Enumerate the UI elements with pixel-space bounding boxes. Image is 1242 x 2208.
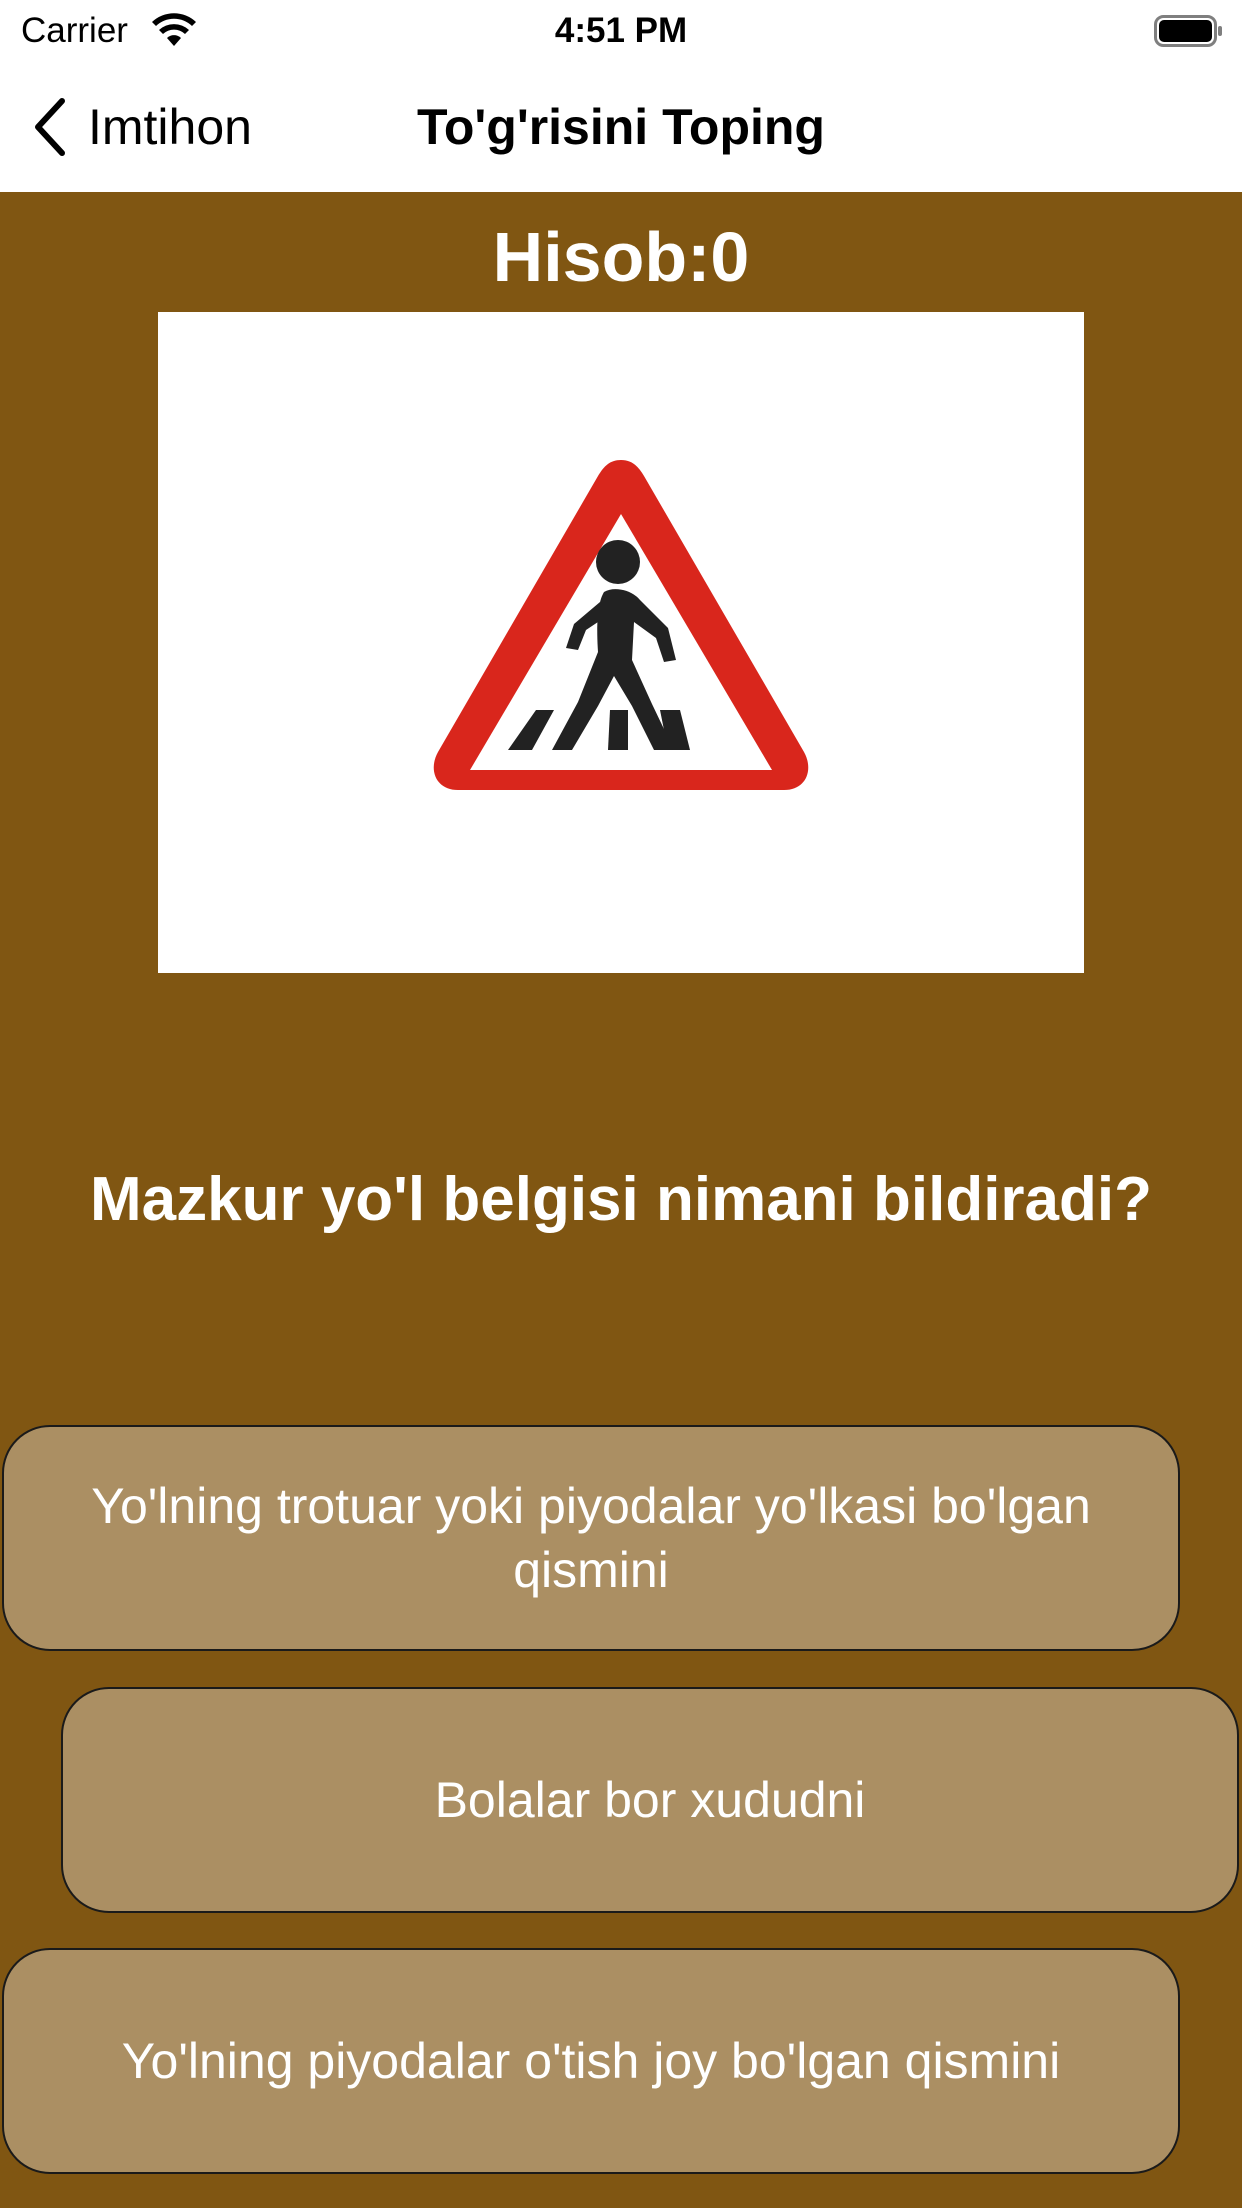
answer-option-label: Yo'lning trotuar yoki piyodalar yo'lkasi… [91,1478,1091,1598]
question-text: Mazkur yo'l belgisi nimani bildiradi? [89,1165,1153,1234]
road-sign-image [158,312,1084,973]
score-label: Hisob:0 [492,218,750,296]
answer-option-1[interactable]: Yo'lning trotuar yoki piyodalar yo'lkasi… [2,1425,1180,1651]
answer-option-3[interactable]: Yo'lning piyodalar o'tish joy bo'lgan qi… [2,1948,1180,2174]
answer-option-label: Yo'lning piyodalar o'tish joy bo'lgan qi… [121,2033,1061,2089]
navigation-bar: To'g'risini Toping Imtihon [0,62,1242,192]
status-bar: Carrier 4:51 PM [0,0,1242,62]
answer-option-2[interactable]: Bolalar bor xududni [61,1687,1239,1913]
status-time: 4:51 PM [554,11,688,50]
back-button[interactable]: Imtihon [30,62,252,192]
quiz-screen: Hisob:0 Mazkur yo'l belgisi nimani bildi… [0,192,1242,2208]
back-label: Imtihon [88,99,252,155]
answer-option-label: Bolalar bor xududni [434,1772,866,1828]
pedestrian-crossing-sign-icon [433,460,809,790]
battery-icon [1154,15,1222,47]
chevron-left-icon [35,98,65,156]
